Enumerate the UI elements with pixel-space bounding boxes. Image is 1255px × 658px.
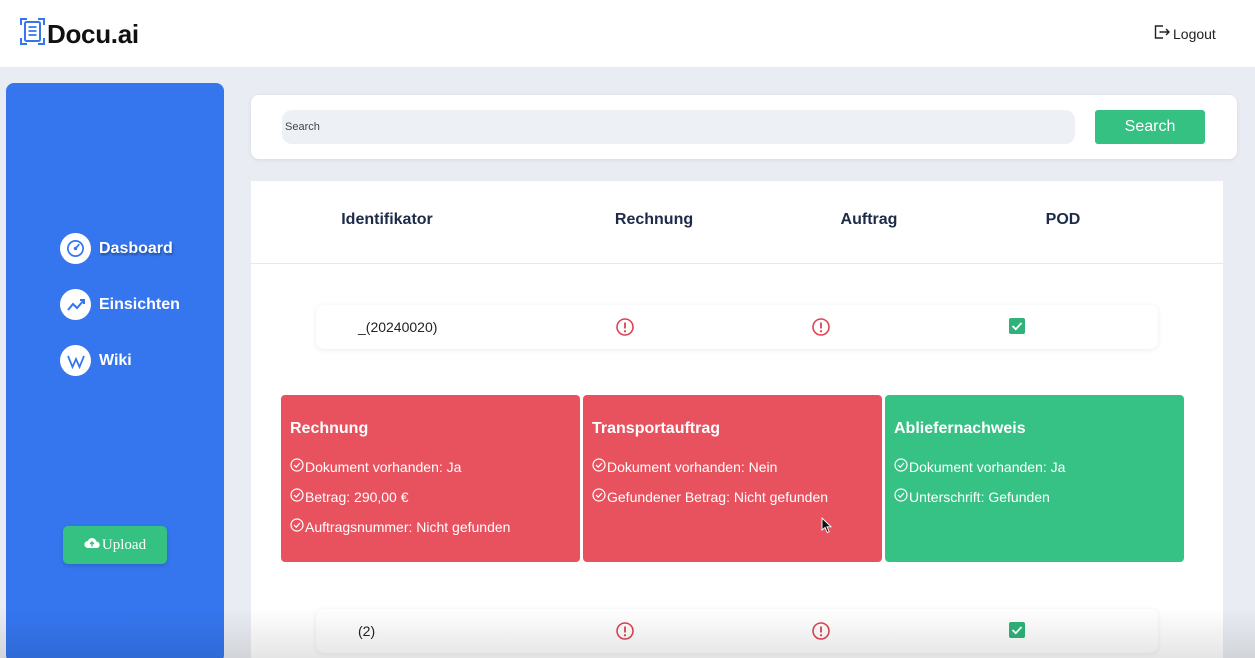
checkbox-checked-icon — [1009, 622, 1027, 640]
detail-line: Dokument vorhanden: Nein — [592, 458, 882, 475]
trend-chart-icon — [60, 289, 91, 320]
detail-line: Auftragsnummer: Nicht gefunden — [290, 518, 580, 535]
column-header-pod: POD — [1045, 211, 1081, 228]
detail-line: Dokument vorhanden: Ja — [290, 458, 580, 475]
sidebar-item-einsichten[interactable]: Einsichten — [60, 289, 180, 320]
row-identifier: (2) — [358, 623, 376, 639]
check-circle-icon — [592, 458, 606, 475]
sidebar-item-label: Einsichten — [99, 295, 180, 313]
logout-icon — [1153, 23, 1171, 44]
document-scan-icon — [20, 18, 45, 50]
detail-line: Betrag: 290,00 € — [290, 488, 580, 505]
detail-line: Gefundener Betrag: Nicht gefunden — [592, 488, 882, 505]
check-circle-icon — [592, 488, 606, 505]
sidebar: Dasboard Einsichten Wiki Upload — [6, 83, 224, 658]
table-row[interactable]: (2) — [316, 609, 1158, 653]
detail-card-title: Abliefernachweis — [894, 420, 1026, 437]
row-identifier: _(20240020) — [358, 319, 438, 335]
warning-icon — [812, 622, 830, 640]
logout-button[interactable]: Logout — [1153, 23, 1216, 44]
column-header-identifikator: Identifikator — [341, 211, 433, 228]
warning-icon — [812, 318, 830, 336]
detail-card-title: Transportauftrag — [592, 420, 721, 437]
detail-line: Dokument vorhanden: Ja — [894, 458, 1184, 475]
check-circle-icon — [894, 488, 908, 505]
logout-label: Logout — [1173, 25, 1216, 42]
detail-card-rechnung: Rechnung Dokument vorhanden: Ja Betrag: … — [281, 395, 580, 562]
table-header: Identifikator Rechnung Auftrag POD — [251, 181, 1223, 264]
column-header-rechnung: Rechnung — [614, 211, 694, 228]
check-circle-icon — [290, 518, 304, 535]
warning-icon — [616, 622, 634, 640]
column-header-auftrag: Auftrag — [840, 211, 898, 228]
detail-card-abliefernachweis: Abliefernachweis Dokument vorhanden: Ja … — [885, 395, 1184, 562]
results-table: Identifikator Rechnung Auftrag POD _(202… — [251, 181, 1223, 658]
upload-label: Upload — [101, 536, 147, 553]
check-circle-icon — [290, 458, 304, 475]
logo[interactable]: Docu.ai — [20, 18, 139, 50]
detail-card-title: Rechnung — [290, 420, 369, 437]
search-button[interactable]: Search — [1095, 110, 1205, 144]
sidebar-item-label: Wiki — [99, 351, 132, 369]
check-circle-icon — [290, 488, 304, 505]
warning-icon — [616, 318, 634, 336]
cloud-upload-icon — [84, 536, 100, 554]
sidebar-item-wiki[interactable]: Wiki — [60, 345, 132, 376]
check-circle-icon — [894, 458, 908, 475]
search-input[interactable] — [282, 110, 1075, 144]
mouse-cursor-icon — [821, 516, 833, 539]
search-card: Search — [251, 95, 1237, 159]
sidebar-item-dashboard[interactable]: Dasboard — [60, 233, 173, 264]
wikipedia-icon — [60, 345, 91, 376]
detail-card-transportauftrag: Transportauftrag Dokument vorhanden: Nei… — [583, 395, 882, 562]
gauge-icon — [60, 233, 91, 264]
detail-line: Unterschrift: Gefunden — [894, 488, 1184, 505]
app-title: Docu.ai — [47, 18, 139, 49]
checkbox-checked-icon — [1009, 318, 1027, 336]
table-row[interactable]: _(20240020) — [316, 305, 1158, 349]
upload-button[interactable]: Upload — [63, 526, 167, 564]
sidebar-item-label: Dasboard — [99, 239, 173, 257]
top-bar: Docu.ai Logout — [0, 0, 1255, 67]
